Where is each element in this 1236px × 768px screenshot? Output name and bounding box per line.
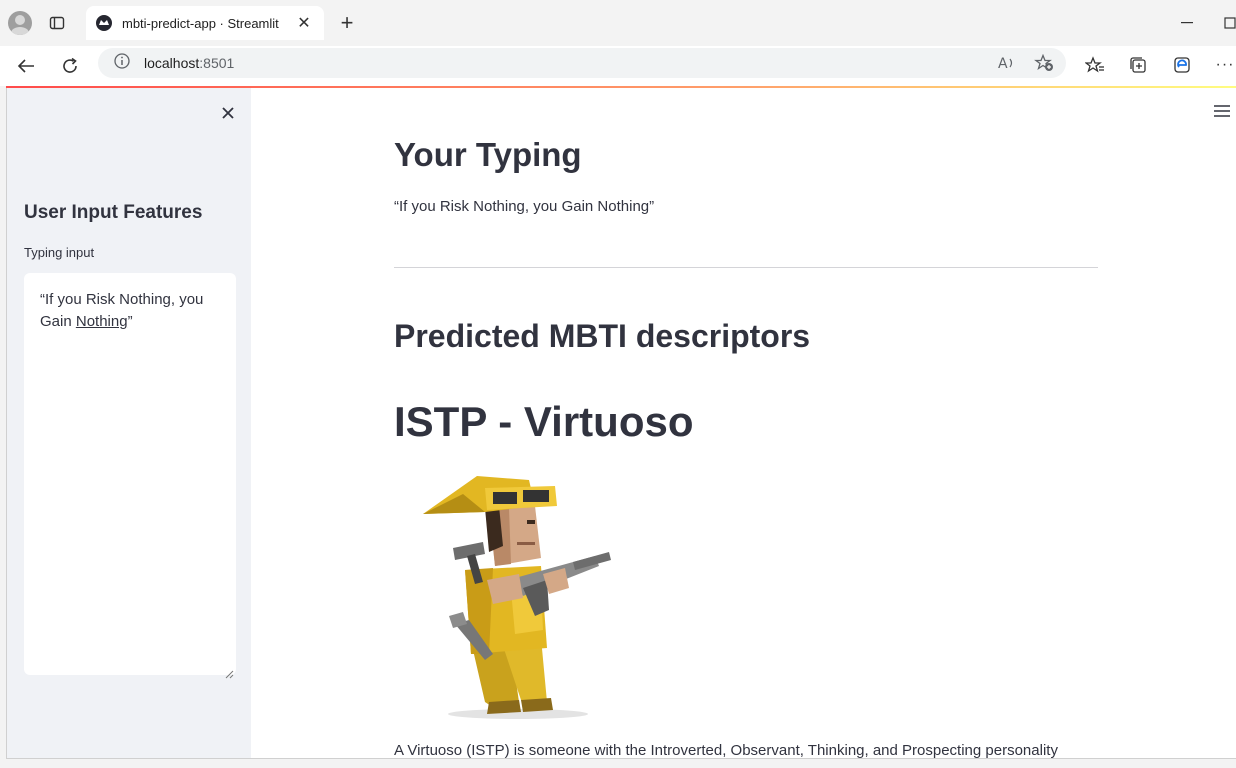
- spellcheck-word: Nothing: [75, 313, 128, 330]
- textarea-text: Gain: [40, 313, 76, 330]
- read-aloud-icon[interactable]: A: [998, 54, 1016, 77]
- virtuoso-character-image: [423, 470, 623, 722]
- main-content: Your Typing “If you Risk Nothing, you Ga…: [251, 88, 1236, 759]
- typing-input-label: Typing input: [24, 245, 95, 260]
- mbti-type-heading: ISTP - Virtuoso: [394, 398, 694, 445]
- browser-titlebar: mbti-predict-app · Streamlit ✕ +: [0, 0, 1236, 46]
- textarea-text-end: ”: [127, 313, 133, 330]
- tab-close-icon[interactable]: ✕: [294, 13, 314, 33]
- section-title: Predicted MBTI descriptors: [394, 318, 811, 354]
- profile-avatar[interactable]: [8, 11, 32, 35]
- new-tab-icon[interactable]: +: [336, 10, 358, 35]
- address-bar[interactable]: localhost:8501 A: [98, 48, 1066, 78]
- typing-input-textarea[interactable]: “If you Risk Nothing, you Gain Nothing”: [24, 273, 236, 679]
- streamlit-app: User Input Features Typing input “If you…: [6, 88, 1236, 759]
- url-port: :8501: [199, 55, 235, 71]
- back-arrow-icon[interactable]: [14, 54, 38, 78]
- main-menu-icon[interactable]: [1213, 104, 1231, 118]
- maximize-icon[interactable]: [1224, 14, 1236, 32]
- site-info-icon[interactable]: [114, 52, 130, 74]
- add-favorite-icon[interactable]: [1034, 53, 1054, 77]
- svg-text:A: A: [998, 56, 1008, 72]
- streamlit-favicon-icon: [96, 15, 112, 31]
- collections-icon[interactable]: [1127, 54, 1149, 76]
- url-text[interactable]: localhost:8501: [144, 55, 234, 71]
- typing-quote: “If you Risk Nothing, you Gain Nothing”: [394, 198, 655, 215]
- more-options-icon[interactable]: ···: [1214, 54, 1236, 76]
- textarea-line-2: Gain Nothing”: [40, 311, 220, 333]
- favorites-icon[interactable]: [1084, 54, 1106, 76]
- page-title: Your Typing: [394, 136, 582, 173]
- textarea-line-1: “If you Risk Nothing, you: [40, 291, 204, 308]
- url-host: localhost: [144, 55, 200, 71]
- minimize-icon[interactable]: [1178, 12, 1196, 34]
- tab-actions-icon[interactable]: [48, 14, 66, 32]
- sidebar-title: User Input Features: [24, 202, 203, 223]
- sidebar: User Input Features Typing input “If you…: [7, 88, 251, 758]
- edge-copilot-icon[interactable]: [1171, 54, 1193, 76]
- tab-title: mbti-predict-app · Streamlit: [122, 15, 279, 31]
- type-description: A Virtuoso (ISTP) is someone with the In…: [394, 742, 1058, 759]
- divider: [394, 267, 1098, 268]
- resize-handle-icon[interactable]: [225, 664, 234, 679]
- sidebar-close-icon[interactable]: [217, 102, 239, 124]
- browser-tab[interactable]: mbti-predict-app · Streamlit ✕: [86, 6, 324, 40]
- refresh-icon[interactable]: [58, 54, 82, 78]
